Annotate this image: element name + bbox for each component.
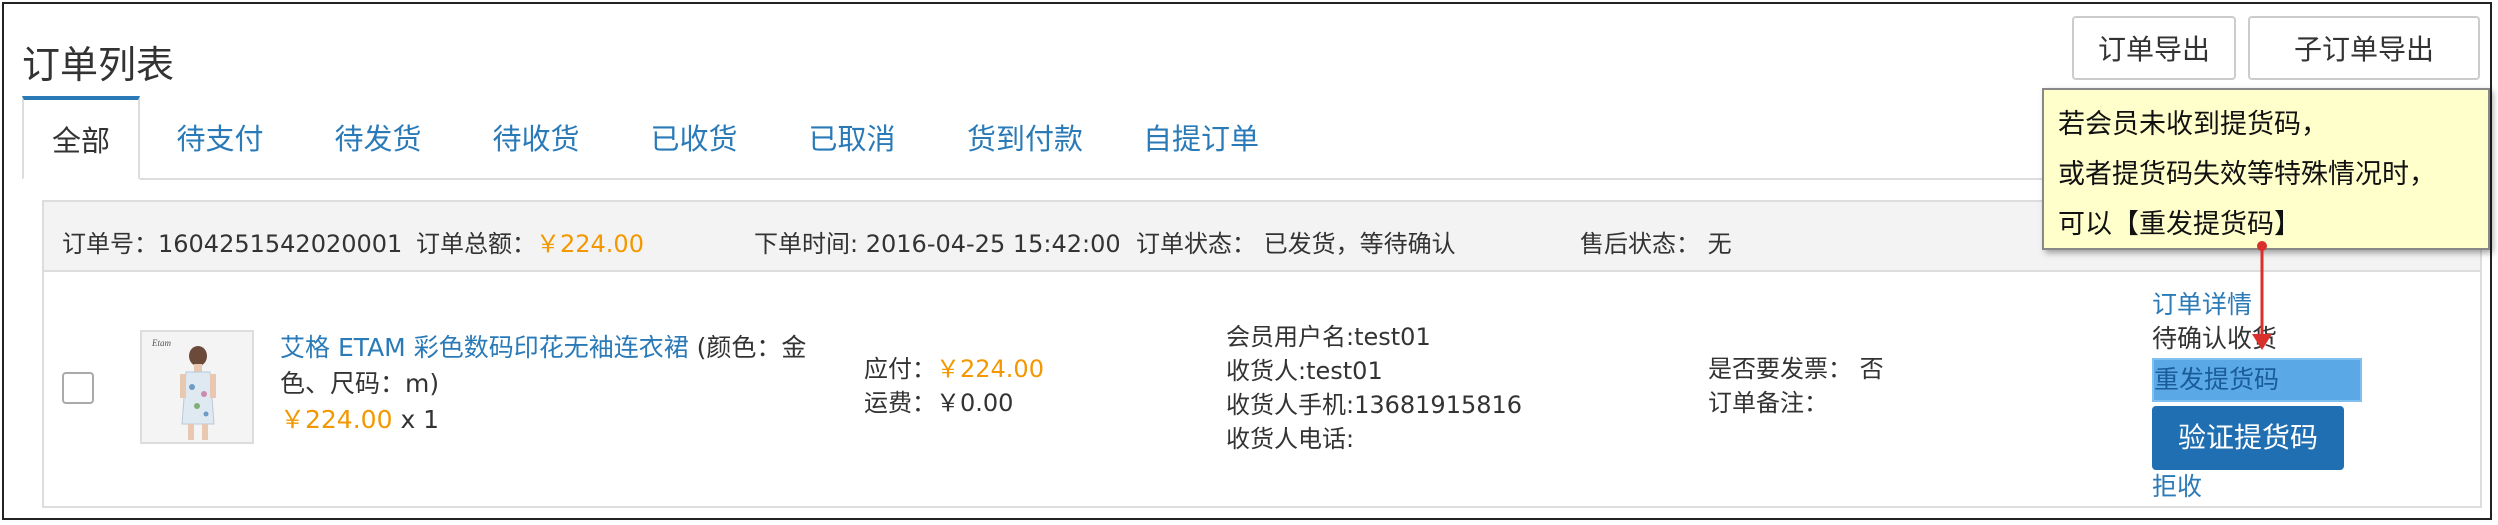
order-status-value: 已发货，等待确认 (1263, 230, 1456, 258)
order-time-label: 下单时间: (754, 230, 859, 258)
product-price: ￥224.00 (280, 405, 393, 434)
tab-pending-payment[interactable]: 待支付 (160, 96, 280, 178)
order-time-value: 2016-04-25 15:42:00 (865, 230, 1121, 258)
order-remark: 订单备注： (1708, 389, 1828, 417)
tab-received[interactable]: 已收货 (634, 96, 754, 178)
dress-model-image: Etam (142, 332, 252, 442)
order-total-value: ￥224.00 (536, 230, 644, 258)
order-time: 下单时间: 2016-04-25 15:42:00 (754, 224, 1121, 259)
product-quantity: x 1 (400, 405, 440, 434)
order-number-value: 1604251542020001 (158, 230, 403, 258)
verify-pickup-code-button[interactable]: 验证提货码 (2152, 406, 2344, 470)
payable-label: 应付： (864, 355, 936, 383)
tab-pending-shipment[interactable]: 待发货 (318, 96, 438, 178)
payable-value: ￥224.00 (936, 355, 1044, 383)
receiver-mobile: 收货人手机:13681915816 (1226, 391, 1523, 419)
tab-pending-receipt[interactable]: 待收货 (476, 96, 596, 178)
payment-info: 应付：￥224.00 运费：￥0.00 (864, 352, 1044, 420)
product-info: 艾格 ETAM 彩色数码印花无袖连衣裙 (颜色：金色、尺码：m) ￥224.00… (280, 330, 840, 438)
payable-row: 应付：￥224.00 (864, 352, 1044, 386)
resend-pickup-code-button[interactable]: 重发提货码 (2152, 358, 2362, 402)
order-status: 订单状态： 已发货，等待确认 (1136, 224, 1456, 259)
tooltip-line-2: 或者提货码失效等特殊情况时， (2058, 159, 2436, 190)
order-total-label: 订单总额： (416, 230, 536, 258)
receiver-name: 收货人:test01 (1226, 357, 1383, 385)
page-title: 订单列表 (22, 43, 175, 87)
receiver-info: 会员用户名:test01 收货人:test01 收货人手机:1368191581… (1226, 320, 1522, 456)
product-name-link[interactable]: 艾格 ETAM 彩色数码印花无袖连衣裙 (280, 333, 689, 362)
shipping-label: 运费： (864, 389, 936, 417)
tab-all[interactable]: 全部 (22, 96, 140, 180)
invoice-required: 是否要发票： 否 (1708, 355, 1884, 383)
invoice-info: 是否要发票： 否 订单备注： (1708, 352, 1884, 420)
aftersale-status-label: 售后状态： (1580, 230, 1700, 258)
order-number-label: 订单号： (62, 230, 158, 258)
pending-confirm-status: 待确认收货 (2152, 324, 2278, 353)
export-suborders-button[interactable]: 子订单导出 (2248, 16, 2480, 80)
shipping-row: 运费：￥0.00 (864, 386, 1044, 420)
callout-tooltip: 若会员未收到提货码， 或者提货码失效等特殊情况时， 可以【重发提货码】 (2042, 88, 2490, 250)
tab-cancelled[interactable]: 已取消 (792, 96, 912, 178)
order-actions: 订单详情 待确认收货 重发提货码 验证提货码 拒收 (2152, 288, 2362, 504)
order-total: 订单总额：￥224.00 (416, 224, 644, 259)
order-detail-link[interactable]: 订单详情 (2152, 288, 2362, 322)
receiver-phone: 收货人电话: (1226, 425, 1355, 453)
tab-cash-on-delivery[interactable]: 货到付款 (950, 96, 1100, 178)
aftersale-status: 售后状态： 无 (1580, 224, 1732, 259)
order-select-checkbox[interactable] (62, 372, 94, 404)
shipping-value: ￥0.00 (936, 389, 1014, 417)
tab-self-pickup[interactable]: 自提订单 (1126, 96, 1276, 178)
tooltip-line-3: 可以【重发提货码】 (2058, 209, 2301, 240)
member-username: 会员用户名:test01 (1226, 323, 1431, 351)
aftersale-status-value: 无 (1707, 230, 1732, 258)
reject-link[interactable]: 拒收 (2152, 470, 2362, 504)
product-thumbnail[interactable]: Etam (140, 330, 254, 444)
export-orders-button[interactable]: 订单导出 (2072, 16, 2236, 80)
tooltip-line-1: 若会员未收到提货码， (2058, 109, 2328, 140)
order-number: 订单号：1604251542020001 (62, 224, 402, 259)
svg-text:Etam: Etam (151, 338, 171, 348)
order-status-label: 订单状态： (1136, 230, 1256, 258)
